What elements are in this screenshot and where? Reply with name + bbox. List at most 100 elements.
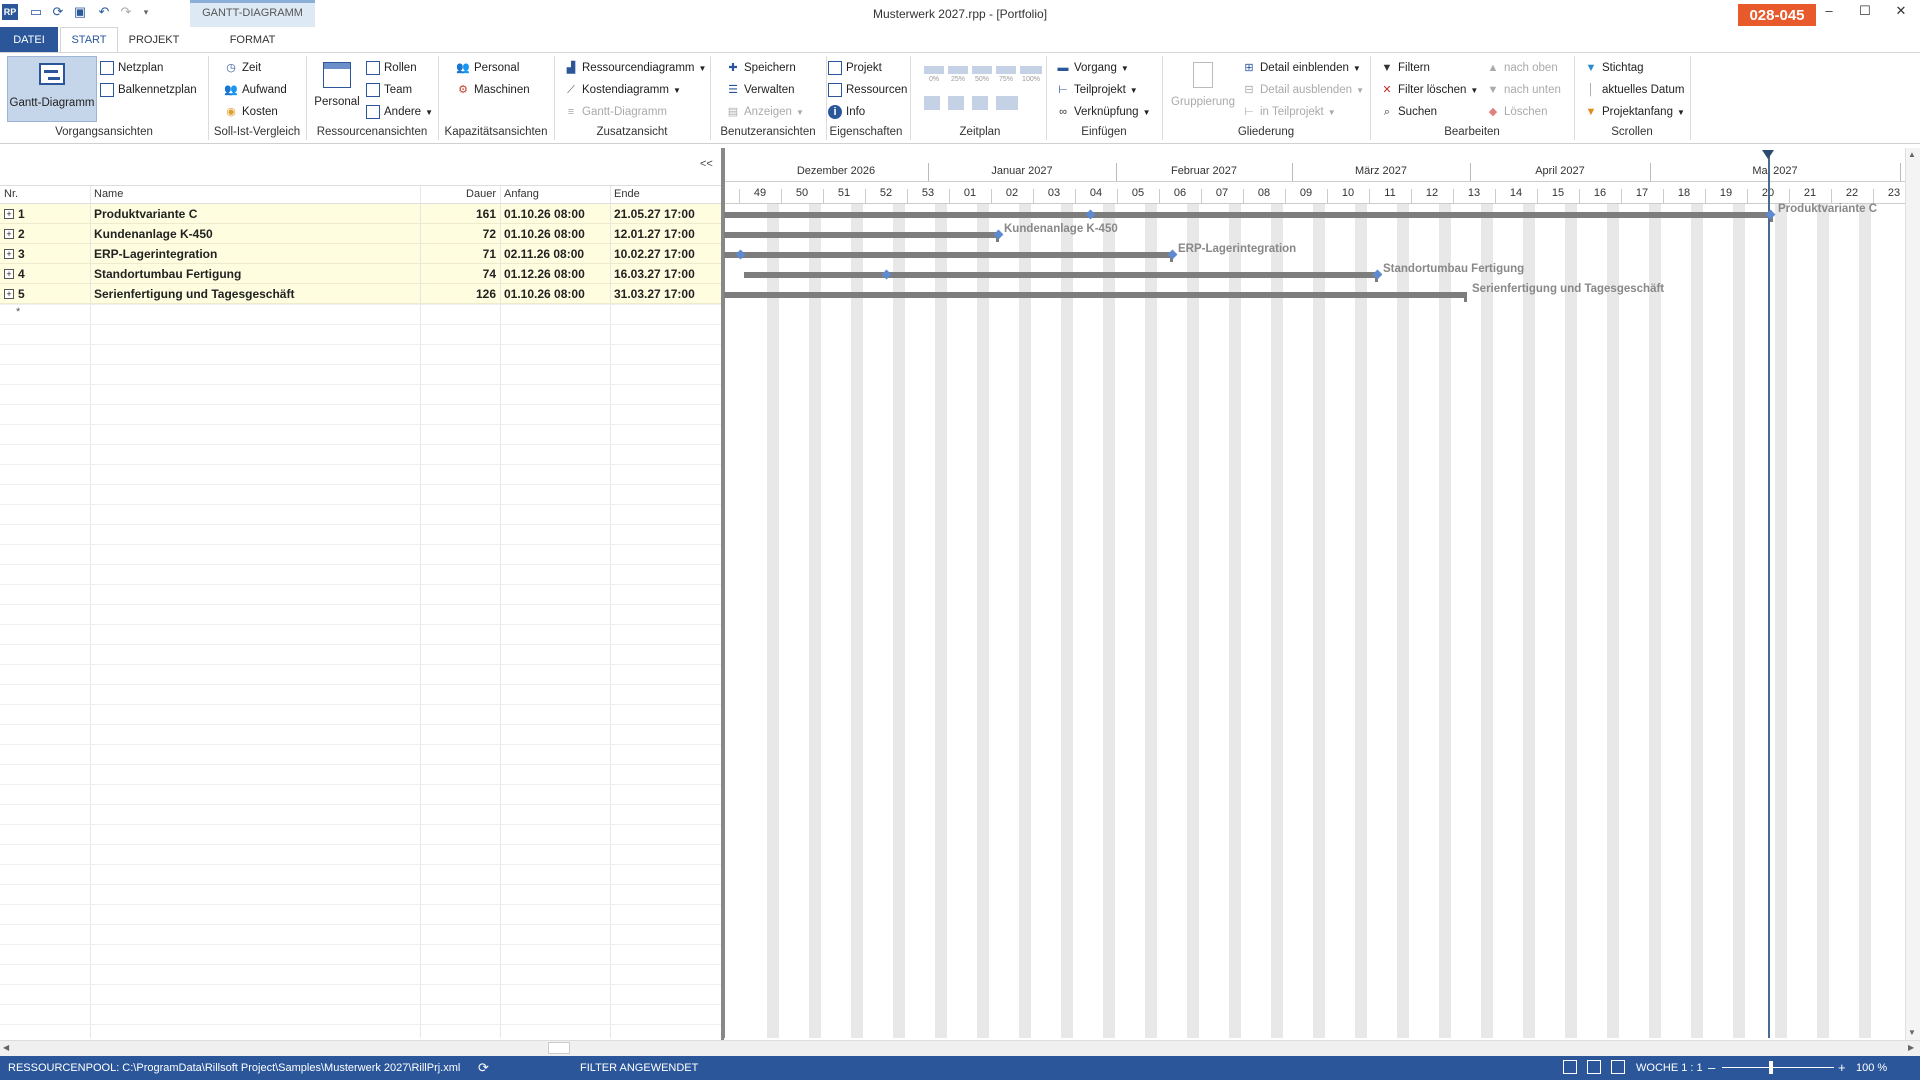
table-row[interactable]: +5 Serienfertigung und Tagesgeschäft 126 01… [0, 284, 721, 304]
row-gridline [0, 444, 721, 445]
maximize-icon[interactable]: ☐ [1845, 3, 1885, 23]
vorgang-button[interactable]: ▬ Vorgang ▼ [1056, 59, 1129, 77]
scroll-left-icon[interactable]: ◀ [3, 1043, 9, 1052]
detail-einblenden-button[interactable]: ⊞ Detail einblenden ▼ [1242, 59, 1360, 77]
projektanfang-button[interactable]: ▼ Projektanfang ▼ [1584, 103, 1685, 121]
scroll-down-icon[interactable]: ▼ [1908, 1028, 1916, 1037]
nach-oben-button[interactable]: ▲ nach oben [1486, 59, 1558, 77]
gantt-bar[interactable] [724, 212, 1772, 218]
gantt-bar[interactable] [724, 252, 1172, 258]
tab-projekt[interactable]: PROJEKT [122, 27, 186, 52]
suchen-button[interactable]: ⌕ Suchen [1380, 103, 1437, 121]
table-row[interactable]: +2 Kundenanlage K-450 72 01.10.26 08:00 12.0… [0, 224, 721, 244]
collapse-table-button[interactable]: << [700, 158, 713, 170]
tab-start[interactable]: START [60, 27, 118, 52]
table-row[interactable]: +3 ERP-Lagerintegration 71 02.11.26 08:00 10… [0, 244, 721, 264]
week-divider [1831, 189, 1832, 203]
zoom-in-icon[interactable]: + [1838, 1060, 1846, 1075]
row-ende: 16.03.27 17:00 [614, 267, 695, 281]
expand-icon[interactable]: + [4, 249, 14, 259]
header-dauer[interactable]: Dauer [420, 186, 498, 203]
scroll-right-icon[interactable]: ▶ [1908, 1043, 1914, 1052]
progress-50-button[interactable]: 50% [972, 66, 992, 86]
speichern-button[interactable]: ✚ Speichern [726, 59, 795, 77]
balkennetzplan-button[interactable]: Balkennetzplan [100, 81, 197, 99]
gantt-bar[interactable] [744, 272, 1377, 278]
loeschen-button[interactable]: ◆ Löschen [1486, 103, 1548, 121]
minimize-icon[interactable]: – [1809, 3, 1849, 23]
kapazitaet-personal-button[interactable]: 👥 Personal [456, 59, 519, 77]
weekend-stripe [1817, 203, 1829, 1038]
ressourcendiagramm-button[interactable]: ▟ Ressourcendiagramm ▼ [564, 59, 707, 77]
ressourcen-eigenschaften-button[interactable]: Ressourcen [828, 81, 907, 99]
zoom-out-icon[interactable]: – [1708, 1060, 1715, 1075]
gantt-view-button[interactable]: Gantt-Diagramm [7, 56, 97, 122]
rollen-button[interactable]: Rollen [366, 59, 417, 77]
stichtag-button[interactable]: ▼ Stichtag [1584, 59, 1644, 77]
info-button[interactable]: i Info [828, 103, 865, 121]
filtern-button[interactable]: ▼ Filtern [1380, 59, 1430, 77]
filter-loeschen-button[interactable]: ✕ Filter löschen ▼ [1380, 81, 1478, 99]
andere-button[interactable]: Andere ▼ [366, 103, 433, 121]
chevron-down-icon: ▼ [1120, 63, 1129, 73]
expand-icon[interactable]: + [4, 229, 14, 239]
scroll-up-icon[interactable]: ▲ [1908, 150, 1916, 159]
progress-0-button[interactable]: 0% [924, 66, 944, 86]
verwalten-button[interactable]: ☰ Verwalten [726, 81, 794, 99]
scrollbar-thumb[interactable] [548, 1042, 570, 1054]
in-teilprojekt-button[interactable]: ⊢ in Teilprojekt ▼ [1242, 103, 1335, 121]
expand-icon[interactable]: + [4, 289, 14, 299]
header-name[interactable]: Name [92, 186, 420, 203]
tab-format[interactable]: FORMAT [190, 27, 315, 52]
vertical-scrollbar[interactable] [1905, 148, 1920, 1040]
horizontal-scrollbar[interactable]: ◀ ▶ [0, 1040, 1920, 1056]
row-gridline [0, 664, 721, 665]
close-icon[interactable]: ✕ [1881, 3, 1920, 23]
expand-icon[interactable]: + [4, 209, 14, 219]
gantt-bar[interactable] [724, 232, 998, 238]
group-label-gliederung: Gliederung [1237, 126, 1295, 138]
aktuelles-datum-button[interactable]: │ aktuelles Datum [1584, 81, 1685, 99]
expand-icon[interactable]: + [4, 269, 14, 279]
schedule-options-icon[interactable] [996, 96, 1018, 110]
progress-25-button[interactable]: 25% [948, 66, 968, 86]
detail-ausblenden-button[interactable]: ⊟ Detail ausblenden ▼ [1242, 81, 1364, 99]
view-normal-icon[interactable] [1563, 1060, 1577, 1074]
gruppierung-button[interactable]: Gruppierung [1168, 60, 1238, 116]
sync-icon[interactable]: ⟳ [478, 1060, 489, 1076]
table-row[interactable]: +1 Produktvariante C 161 01.10.26 08:00 21.0… [0, 204, 721, 224]
personal-view-button[interactable]: Personal [314, 60, 360, 114]
view-grid-icon[interactable] [1587, 1060, 1601, 1074]
projekt-eigenschaften-button[interactable]: Projekt [828, 59, 882, 77]
aufwand-button[interactable]: 👥 Aufwand [224, 81, 287, 99]
team-button[interactable]: Team [366, 81, 412, 99]
header-ende[interactable]: Ende [612, 186, 718, 203]
anzeigen-button[interactable]: ▤ Anzeigen ▼ [726, 103, 804, 121]
kosten-button[interactable]: ◉ Kosten [224, 103, 278, 121]
weekend-stripe [1229, 203, 1241, 1038]
maschinen-button[interactable]: ⚙ Maschinen [456, 81, 530, 99]
netzplan-button[interactable]: Netzplan [100, 59, 163, 77]
teilprojekt-button[interactable]: ⊢ Teilprojekt ▼ [1056, 81, 1138, 99]
zeit-button[interactable]: ◷ Zeit [224, 59, 261, 77]
progress-100-button[interactable]: 100% [1020, 66, 1042, 86]
progress-75-button[interactable]: 75% [996, 66, 1016, 86]
split-task-icon[interactable] [972, 96, 988, 110]
zusatz-gantt-button[interactable]: ≡ Gantt-Diagramm [564, 103, 667, 121]
move-task-icon[interactable] [924, 96, 940, 110]
nach-unten-button[interactable]: ▼ nach unten [1486, 81, 1561, 99]
gantt-bar[interactable] [724, 292, 1466, 298]
zoom-slider-thumb[interactable] [1769, 1061, 1773, 1074]
header-anfang[interactable]: Anfang [502, 186, 608, 203]
zoom-slider-track[interactable] [1722, 1067, 1834, 1068]
header-nr[interactable]: Nr. [2, 186, 90, 203]
weekend-stripe [1859, 203, 1871, 1038]
progress-bar-icon [996, 66, 1016, 74]
link-task-icon[interactable] [948, 96, 964, 110]
new-row-marker[interactable]: * [16, 306, 20, 318]
tab-datei[interactable]: DATEI [0, 27, 58, 52]
kostendiagramm-button[interactable]: ⟋ Kostendiagramm ▼ [564, 81, 681, 99]
table-row[interactable]: +4 Standortumbau Fertigung 74 01.12.26 08:0… [0, 264, 721, 284]
verknuepfung-button[interactable]: ∞ Verknüpfung ▼ [1056, 103, 1150, 121]
view-chart-icon[interactable] [1611, 1060, 1625, 1074]
